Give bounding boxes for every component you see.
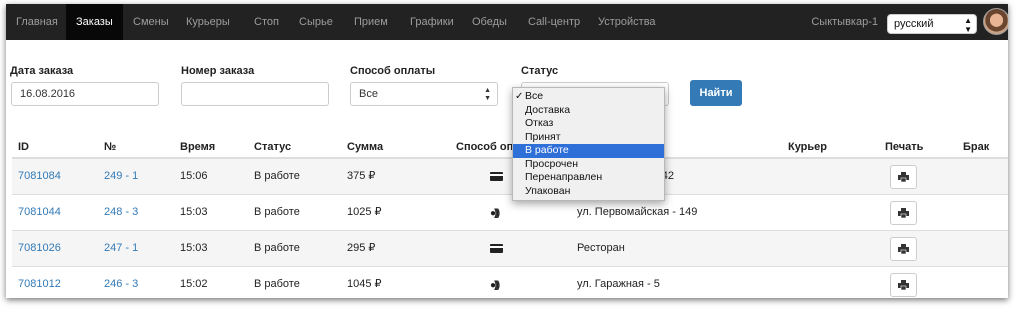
payment-label: Способ оплаты: [350, 65, 436, 77]
nav-item-schedules[interactable]: Графики: [410, 4, 454, 40]
order-address: Ресторан: [577, 242, 625, 254]
printer-icon: [898, 208, 909, 218]
order-address: ул. Гаражная - 5: [577, 278, 660, 290]
printer-icon: [898, 244, 909, 254]
status-option-in-progress[interactable]: В работе: [513, 144, 664, 158]
coins-icon: ●))): [490, 208, 500, 219]
order-time: 15:06: [180, 170, 208, 182]
order-time: 15:03: [180, 206, 208, 218]
print-button[interactable]: [890, 201, 917, 225]
nav-item-call-center[interactable]: Call-центр: [528, 4, 580, 40]
order-id-link[interactable]: 7081012: [18, 267, 61, 298]
order-time: 15:02: [180, 278, 208, 290]
date-label: Дата заказа: [10, 65, 74, 77]
card-icon: [490, 244, 503, 253]
language-select[interactable]: русский ▲ ▼: [887, 14, 977, 34]
order-time: 15:03: [180, 242, 208, 254]
order-number-label: Номер заказа: [181, 65, 255, 77]
app-window: Главная Заказы Смены Курьеры Стоп Сырье …: [6, 4, 1008, 298]
column-header-number: №: [104, 141, 117, 153]
column-header-courier: Курьер: [788, 141, 828, 153]
coins-icon: ●))): [490, 280, 500, 291]
order-sum: 1025 ₽: [347, 206, 382, 218]
nav-item-devices[interactable]: Устройства: [598, 4, 656, 40]
print-button[interactable]: [890, 273, 917, 297]
column-header-sum: Сумма: [347, 141, 384, 153]
order-id-link[interactable]: 7081084: [18, 159, 61, 194]
print-button[interactable]: [890, 165, 917, 189]
printer-icon: [898, 172, 909, 182]
card-icon: [490, 172, 503, 181]
order-number-link[interactable]: 249 - 1: [104, 159, 138, 194]
nav-item-lunches[interactable]: Обеды: [472, 4, 507, 40]
top-navbar: Главная Заказы Смены Курьеры Стоп Сырье …: [6, 4, 1008, 40]
status-option-redirected[interactable]: Перенаправлен: [513, 171, 664, 185]
order-sum: 375 ₽: [347, 170, 376, 182]
order-status: В работе: [254, 170, 300, 182]
column-header-defect: Брак: [963, 141, 990, 153]
print-button[interactable]: [890, 237, 917, 261]
column-header-id: ID: [18, 141, 29, 153]
nav-item-shifts[interactable]: Смены: [133, 4, 169, 40]
table-row: 7081012 246 - 3 15:02 В работе 1045 ₽ ●)…: [12, 266, 1008, 298]
order-number-link[interactable]: 246 - 3: [104, 267, 138, 298]
status-dropdown-menu: Все Доставка Отказ Принят В работе Проср…: [512, 87, 665, 201]
column-header-time: Время: [180, 141, 216, 153]
language-value: русский: [894, 18, 934, 30]
status-option-accepted[interactable]: Принят: [513, 131, 664, 145]
order-sum: 1045 ₽: [347, 278, 382, 290]
order-id-link[interactable]: 7081026: [18, 231, 61, 266]
status-option-packed[interactable]: Упакован: [513, 185, 664, 199]
nav-item-receive[interactable]: Прием: [354, 4, 388, 40]
order-number-link[interactable]: 247 - 1: [104, 231, 138, 266]
order-number-link[interactable]: 248 - 3: [104, 195, 138, 230]
order-status: В работе: [254, 206, 300, 218]
column-header-payment: Способ опл: [456, 141, 521, 153]
find-button[interactable]: Найти: [690, 80, 742, 106]
column-header-status: Статус: [254, 141, 292, 153]
nav-item-raw[interactable]: Сырье: [299, 4, 333, 40]
select-arrows-icon: ▲▼: [484, 87, 491, 102]
printer-icon: [898, 280, 909, 290]
order-id-link[interactable]: 7081044: [18, 195, 61, 230]
status-label: Статус: [521, 65, 559, 77]
nav-item-couriers[interactable]: Курьеры: [186, 4, 230, 40]
table-row: 7081026 247 - 1 15:03 В работе 295 ₽ Рес…: [12, 230, 1008, 266]
nav-item-orders[interactable]: Заказы: [66, 4, 123, 40]
order-status: В работе: [254, 278, 300, 290]
status-option-refused[interactable]: Отказ: [513, 117, 664, 131]
order-number-field[interactable]: [181, 82, 329, 106]
table-row: 7081084 249 - 1 15:06 В работе 375 ₽ - 4…: [12, 158, 1008, 194]
status-option-delivery[interactable]: Доставка: [513, 104, 664, 118]
avatar[interactable]: [983, 8, 1008, 35]
order-status: В работе: [254, 242, 300, 254]
payment-value: Все: [359, 88, 378, 100]
table-row: 7081044 248 - 3 15:03 В работе 1025 ₽ ●)…: [12, 194, 1008, 230]
select-arrows-icon: ▲▼: [964, 16, 972, 34]
status-option-overdue[interactable]: Просрочен: [513, 158, 664, 172]
city-label[interactable]: Сыктывкар-1: [811, 4, 878, 40]
date-field[interactable]: 16.08.2016: [11, 82, 159, 106]
payment-select[interactable]: Все ▲ ▼: [350, 82, 498, 106]
order-sum: 295 ₽: [347, 242, 376, 254]
status-option-all[interactable]: Все: [513, 90, 664, 104]
nav-item-stop[interactable]: Стоп: [254, 4, 279, 40]
column-header-print: Печать: [885, 141, 924, 153]
nav-item-home[interactable]: Главная: [16, 4, 58, 40]
